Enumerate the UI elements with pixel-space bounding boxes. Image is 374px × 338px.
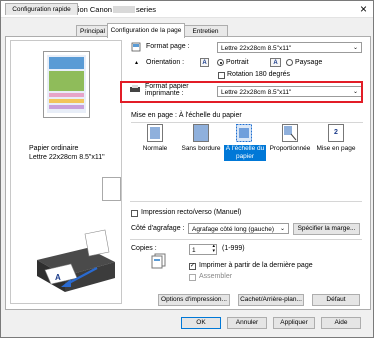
- chevron-down-icon: ⌄: [352, 45, 358, 51]
- page-size-icon: [131, 42, 141, 52]
- stapling-value: Agrafage côté long (gauche): [192, 226, 275, 233]
- page-preview-icon: [43, 51, 90, 118]
- tab-page-setup[interactable]: Configuration de la page: [107, 23, 185, 38]
- layout-borderless[interactable]: Sans bordure: [181, 124, 221, 164]
- divider: [130, 201, 362, 202]
- layout-fit-icon: [236, 124, 252, 142]
- preview-paper-size: Lettre 22x28cm 8.5"x11": [29, 154, 105, 161]
- copies-range: (1-999): [222, 245, 245, 252]
- portrait-a-icon: A: [200, 58, 209, 67]
- layout-multi-page[interactable]: 2 Mise en page: [313, 124, 359, 164]
- defaults-button[interactable]: Défaut: [312, 294, 360, 306]
- duplex-checkbox[interactable]: [131, 210, 138, 217]
- page-size-label: Format page :: [146, 43, 190, 50]
- stapling-select[interactable]: Agrafage côté long (gauche) ⌄: [188, 223, 289, 234]
- print-from-last-checkbox[interactable]: ✓: [189, 263, 196, 270]
- help-button[interactable]: Aide: [321, 317, 361, 329]
- paper-thumbnail-icon: [102, 177, 121, 201]
- divider: [130, 239, 362, 240]
- layout-normal-icon: [147, 124, 163, 142]
- divider: [131, 122, 363, 123]
- stapling-label: Côté d'agrafage :: [131, 225, 185, 232]
- close-button[interactable]: ×: [360, 2, 367, 16]
- portrait-label: Portrait: [226, 59, 249, 66]
- layout-fit-label: À l'échelle du papier: [224, 145, 266, 161]
- rotate-180-label: Rotation 180 degrés: [227, 71, 291, 78]
- tab-quick-setup[interactable]: Configuration rapide: [5, 3, 78, 15]
- layout-fit-to-page[interactable]: À l'échelle du papier: [224, 124, 266, 164]
- layout-page-count-icon: 2: [328, 124, 344, 142]
- cancel-button[interactable]: Annuler: [227, 317, 267, 329]
- stamp-background-button[interactable]: Cachet/Arrière-plan...: [238, 294, 304, 306]
- chevron-down-icon: ⌄: [279, 226, 285, 232]
- collate-checkbox[interactable]: [189, 274, 196, 281]
- print-options-button[interactable]: Options d'impression...: [158, 294, 230, 306]
- landscape-a-icon: A: [270, 58, 281, 67]
- preview-paper-type: Papier ordinaire: [29, 145, 79, 152]
- window-title-suffix: series: [135, 5, 156, 14]
- page-size-value: Lettre 22x28cm 8.5"x11": [221, 45, 292, 52]
- copies-label: Copies :: [131, 245, 157, 252]
- page-setup-panel: Papier ordinaire Lettre 22x28cm 8.5"x11"…: [5, 36, 371, 310]
- landscape-label: Paysage: [295, 59, 323, 66]
- layout-normal[interactable]: Normale: [135, 124, 175, 164]
- stepper-arrows-icon[interactable]: ▴ ▾: [212, 245, 215, 254]
- layout-label: Mise en page : À l'échelle du papier: [131, 112, 242, 119]
- collate-label: Assembler: [199, 273, 233, 280]
- layout-proportional-icon: [282, 124, 298, 142]
- duplex-label: Impression recto/verso (Manuel): [141, 209, 242, 216]
- landscape-radio[interactable]: [286, 59, 293, 66]
- preview-pane: Papier ordinaire Lettre 22x28cm 8.5"x11"…: [10, 40, 122, 304]
- portrait-radio[interactable]: [217, 59, 224, 66]
- specify-margin-button[interactable]: Spécifier la marge...: [293, 223, 360, 235]
- copies-value: 1: [192, 247, 196, 254]
- apply-button[interactable]: Appliquer: [273, 317, 315, 329]
- copies-icon: [151, 253, 166, 269]
- layout-proportional-label: Proportionnée: [269, 145, 311, 152]
- layout-normal-label: Normale: [142, 145, 168, 152]
- printer-options-window: Options d'impression Canonseries × Confi…: [0, 0, 374, 338]
- printer-illustration-icon: A: [37, 229, 115, 292]
- page-size-select[interactable]: Lettre 22x28cm 8.5"x11" ⌄: [217, 42, 362, 53]
- svg-text:A: A: [55, 273, 61, 282]
- print-from-last-label: Imprimer à partir de la dernière page: [199, 262, 313, 269]
- layout-borderless-label: Sans bordure: [181, 145, 221, 152]
- highlight-box: [120, 81, 363, 103]
- copies-input[interactable]: 1 ▴ ▾: [189, 244, 217, 255]
- ok-button[interactable]: OK: [181, 317, 221, 329]
- layout-multi-page-label: Mise en page: [316, 145, 356, 152]
- redacted-model: [112, 6, 135, 13]
- layout-borderless-icon: [193, 124, 209, 142]
- orientation-label: Orientation :: [146, 59, 185, 66]
- rotate-180-checkbox[interactable]: [218, 72, 225, 79]
- layout-proportional[interactable]: Proportionnée: [268, 124, 312, 164]
- bullet-icon: ▴: [135, 60, 139, 66]
